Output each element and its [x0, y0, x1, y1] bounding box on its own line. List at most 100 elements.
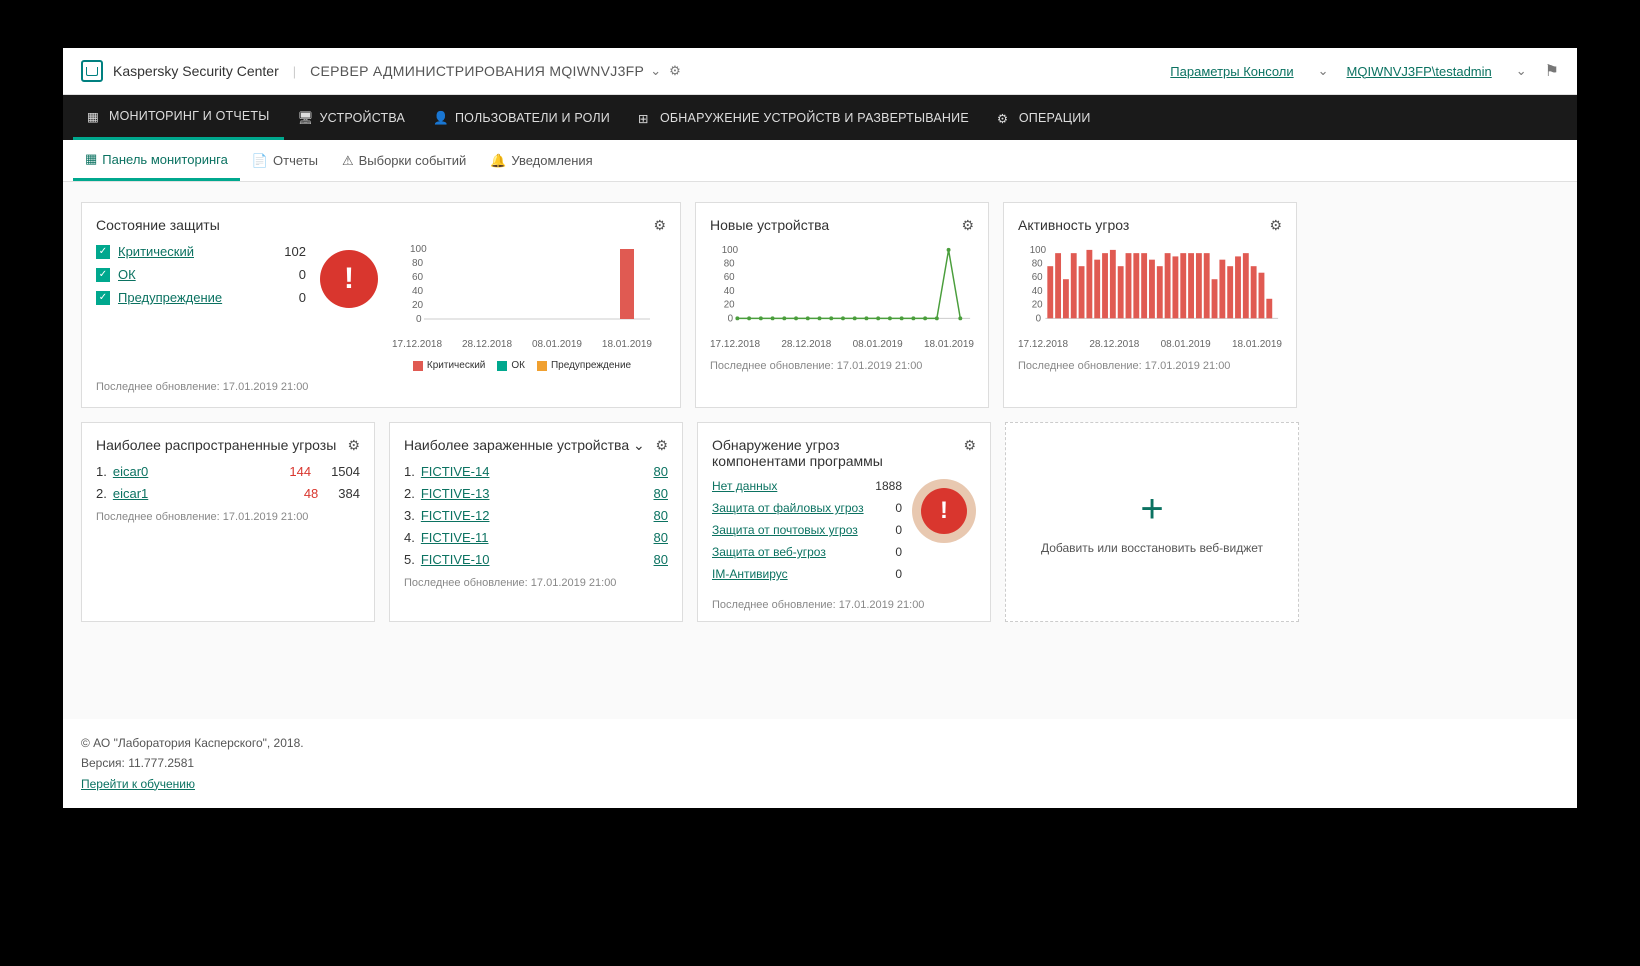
svg-text:80: 80	[724, 259, 735, 270]
widget-threat-detection: Обнаружение угроз компонентами программы…	[697, 422, 991, 622]
reports-icon: 📄	[252, 153, 268, 169]
status-value: 0	[299, 267, 306, 282]
threat-link[interactable]: eicar0	[113, 464, 148, 479]
status-value: 0	[299, 290, 306, 305]
user-menu-link[interactable]: MQIWNVJ3FP\testadmin	[1347, 64, 1492, 79]
detection-link[interactable]: Защита от веб-угроз	[712, 545, 826, 559]
device-link[interactable]: FICTIVE-10	[421, 552, 490, 567]
device-count-link[interactable]: 80	[654, 508, 668, 523]
widget-threat-activity: Активность угроз ⚙ 100806040200 17.12.20…	[1003, 202, 1297, 408]
detection-row: IM-Антивирус0	[712, 567, 902, 581]
svg-text:20: 20	[412, 300, 424, 311]
console-params-link[interactable]: Параметры Консоли	[1170, 64, 1293, 79]
sub-nav: ▦Панель мониторинга 📄Отчеты ⚠Выборки соб…	[63, 140, 1577, 182]
svg-text:100: 100	[410, 244, 427, 255]
training-link[interactable]: Перейти к обучению	[81, 777, 195, 791]
device-link[interactable]: FICTIVE-14	[421, 464, 490, 479]
widget-common-threats: Наиболее распространенные угрозы ⚙ 1. ei…	[81, 422, 375, 622]
widget-updated: Последнее обновление: 17.01.2019 21:00	[96, 381, 666, 393]
widget-new-devices: Новые устройства ⚙ 100806040200 17.12.20…	[695, 202, 989, 408]
chevron-down-icon[interactable]: ⌄	[1318, 63, 1329, 79]
widget-updated: Последнее обновление: 17.01.2019 21:00	[1018, 360, 1282, 372]
svg-text:0: 0	[1036, 313, 1042, 324]
bell-icon: 🔔	[490, 153, 506, 169]
status-critical-link[interactable]: Критический	[118, 244, 194, 259]
svg-text:100: 100	[722, 245, 739, 256]
nav-monitoring[interactable]: ▦МОНИТОРИНГ И ОТЧЕТЫ	[73, 95, 284, 140]
detection-link[interactable]: IM-Антивирус	[712, 567, 788, 581]
device-count-link[interactable]: 80	[654, 464, 668, 479]
operations-icon: ⚙	[997, 111, 1013, 125]
gear-icon[interactable]: ⚙	[961, 217, 974, 234]
detection-row: Нет данных1888	[712, 479, 902, 493]
status-value: 102	[284, 244, 306, 259]
protection-chart: 100806040200 17.12.201828.12.201808.01.2…	[392, 244, 652, 371]
subnav-dashboard[interactable]: ▦Панель мониторинга	[73, 140, 240, 181]
header-bar: Kaspersky Security Center | СЕРВЕР АДМИН…	[63, 48, 1577, 95]
discovery-icon: ⊞	[638, 111, 654, 125]
svg-text:0: 0	[728, 313, 734, 324]
gear-icon[interactable]: ⚙	[1269, 217, 1282, 234]
svg-text:40: 40	[412, 286, 424, 297]
server-settings-icon[interactable]: ⚙	[669, 63, 681, 79]
add-widget-label: Добавить или восстановить веб-виджет	[1041, 541, 1263, 555]
device-link[interactable]: FICTIVE-12	[421, 508, 490, 523]
chevron-down-icon[interactable]: ⌄	[1516, 63, 1527, 79]
device-count-link[interactable]: 80	[654, 530, 668, 545]
status-warn-link[interactable]: Предупреждение	[118, 290, 222, 305]
chevron-down-icon[interactable]: ⌄	[650, 63, 661, 79]
svg-text:60: 60	[1032, 272, 1043, 283]
subnav-events[interactable]: ⚠Выборки событий	[330, 140, 478, 181]
dashboard-icon: ▦	[85, 151, 97, 167]
detection-link[interactable]: Защита от файловых угроз	[712, 501, 864, 515]
detection-link[interactable]: Защита от почтовых угроз	[712, 523, 858, 537]
copyright: © АО "Лаборатория Касперского", 2018.	[81, 733, 1559, 753]
widget-title: Состояние защиты	[96, 217, 220, 233]
gear-icon[interactable]: ⚙	[963, 437, 976, 454]
checkbox-icon[interactable]	[96, 268, 110, 282]
gear-icon[interactable]: ⚙	[347, 437, 360, 454]
svg-text:40: 40	[1032, 286, 1043, 297]
nav-devices[interactable]: 🖥УСТРОЙСТВА	[284, 95, 419, 140]
threat-link[interactable]: eicar1	[113, 486, 148, 501]
device-count-link[interactable]: 80	[654, 552, 668, 567]
device-link[interactable]: FICTIVE-13	[421, 486, 490, 501]
chevron-down-icon[interactable]: ⌄	[633, 437, 645, 453]
device-link[interactable]: FICTIVE-11	[421, 530, 489, 545]
svg-text:60: 60	[412, 272, 424, 283]
detection-link[interactable]: Нет данных	[712, 479, 777, 493]
device-count-link[interactable]: 80	[654, 486, 668, 501]
svg-text:80: 80	[1032, 259, 1043, 270]
detection-row: Защита от почтовых угроз0	[712, 523, 902, 537]
gear-icon[interactable]: ⚙	[653, 217, 666, 234]
widget-title: Новые устройства	[710, 217, 829, 233]
nav-discovery[interactable]: ⊞ОБНАРУЖЕНИЕ УСТРОЙСТВ И РАЗВЕРТЫВАНИЕ	[624, 95, 983, 140]
subnav-notifications[interactable]: 🔔Уведомления	[478, 140, 604, 181]
gear-icon[interactable]: ⚙	[655, 437, 668, 454]
server-name[interactable]: СЕРВЕР АДМИНИСТРИРОВАНИЯ MQIWNVJ3FP	[310, 63, 644, 79]
checkbox-icon[interactable]	[96, 291, 110, 305]
brand-name: Kaspersky Security Center	[113, 63, 279, 79]
widget-updated: Последнее обновление: 17.01.2019 21:00	[404, 577, 668, 589]
widget-infected-devices: Наиболее зараженные устройства ⌄ ⚙ 1.FIC…	[389, 422, 683, 622]
device-row: 4.FICTIVE-1180	[404, 530, 668, 545]
svg-text:0: 0	[416, 314, 422, 325]
nav-operations[interactable]: ⚙ОПЕРАЦИИ	[983, 95, 1105, 140]
svg-text:60: 60	[724, 272, 735, 283]
main-nav: ▦МОНИТОРИНГ И ОТЧЕТЫ 🖥УСТРОЙСТВА 👤ПОЛЬЗО…	[63, 95, 1577, 140]
widget-updated: Последнее обновление: 17.01.2019 21:00	[96, 511, 360, 523]
version: Версия: 11.777.2581	[81, 753, 1559, 773]
add-widget-button[interactable]: + Добавить или восстановить веб-виджет	[1005, 422, 1299, 622]
plus-icon: +	[1140, 489, 1163, 529]
checkbox-icon[interactable]	[96, 245, 110, 259]
new-devices-chart: 100806040200	[710, 244, 974, 334]
flag-icon[interactable]: ⚑	[1545, 61, 1559, 81]
widget-title: Обнаружение угроз компонентами программы	[712, 437, 912, 469]
status-ok-link[interactable]: ОК	[118, 267, 136, 282]
monitoring-icon: ▦	[87, 109, 103, 123]
chart-legend: Критический ОК Предупреждение	[392, 360, 652, 371]
subnav-reports[interactable]: 📄Отчеты	[240, 140, 330, 181]
device-row: 1.FICTIVE-1480	[404, 464, 668, 479]
nav-users[interactable]: 👤ПОЛЬЗОВАТЕЛИ И РОЛИ	[419, 95, 624, 140]
widget-title[interactable]: Наиболее зараженные устройства ⌄	[404, 437, 645, 454]
